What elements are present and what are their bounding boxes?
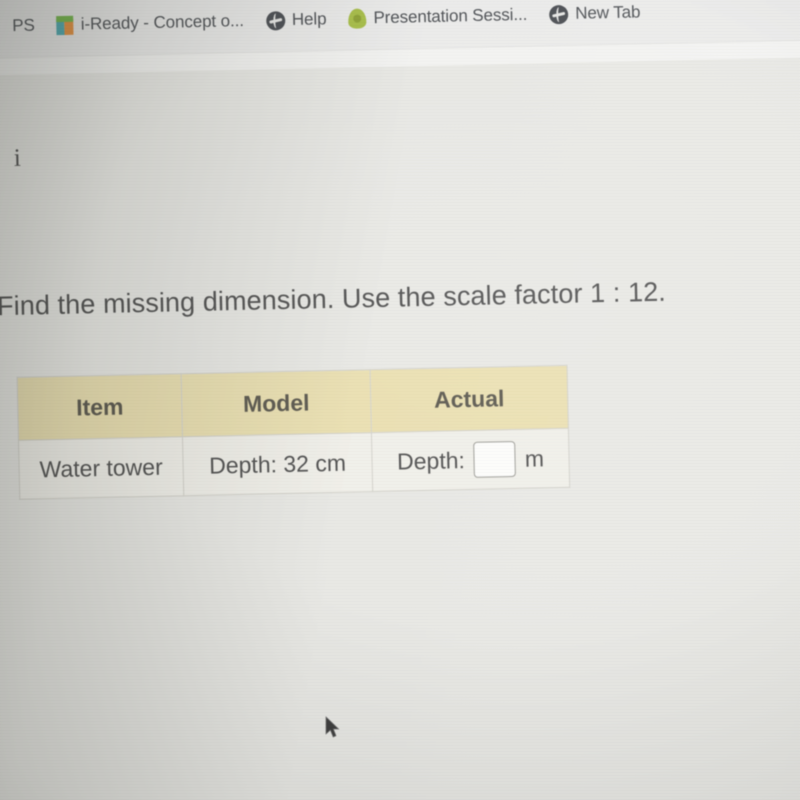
bookmark-presentation-label: Presentation Sessi... [373,4,528,28]
table-header-model: Model [181,369,372,437]
actual-unit-label: m [524,444,545,472]
bookmark-presentation[interactable]: Presentation Sessi... [337,0,538,34]
lesson-content-page: i Find the missing dimension. Use the sc… [0,54,800,800]
bookmark-help[interactable]: Help [255,4,338,36]
answer-input[interactable] [473,440,517,478]
info-icon[interactable]: i [14,145,22,173]
screen-photo: i Find the missing dimension. Use the sc… [0,0,800,800]
question-prompt: Find the missing dimension. Use the scal… [0,276,667,322]
bookmark-new-tab[interactable]: New Tab [538,0,652,30]
bookmark-iready-label: i-Ready - Concept o... [80,11,245,34]
globe-icon [549,4,569,24]
cell-actual-depth: Depth: m [371,428,570,492]
table-header-row: Item Model Actual [17,365,569,441]
cell-item-name: Water tower [18,436,184,500]
bookmark-ps[interactable]: PS [1,10,46,41]
bookmark-help-label: Help [291,9,327,29]
table-header-actual: Actual [370,365,569,433]
table-header-item: Item [17,373,183,441]
green-drop-icon [348,8,367,29]
table-row: Water tower Depth: 32 cm Depth: m [18,428,570,500]
scale-table: Item Model Actual Water tower Depth: 32 … [17,365,571,500]
bookmark-new-tab-label: New Tab [575,2,641,23]
bookmark-ps-label: PS [12,15,35,36]
iready-cube-icon [56,15,74,35]
bookmark-iready[interactable]: i-Ready - Concept o... [45,6,255,41]
actual-depth-label: Depth: [396,446,466,475]
cell-model-depth: Depth: 32 cm [182,432,373,496]
globe-icon [265,10,286,31]
